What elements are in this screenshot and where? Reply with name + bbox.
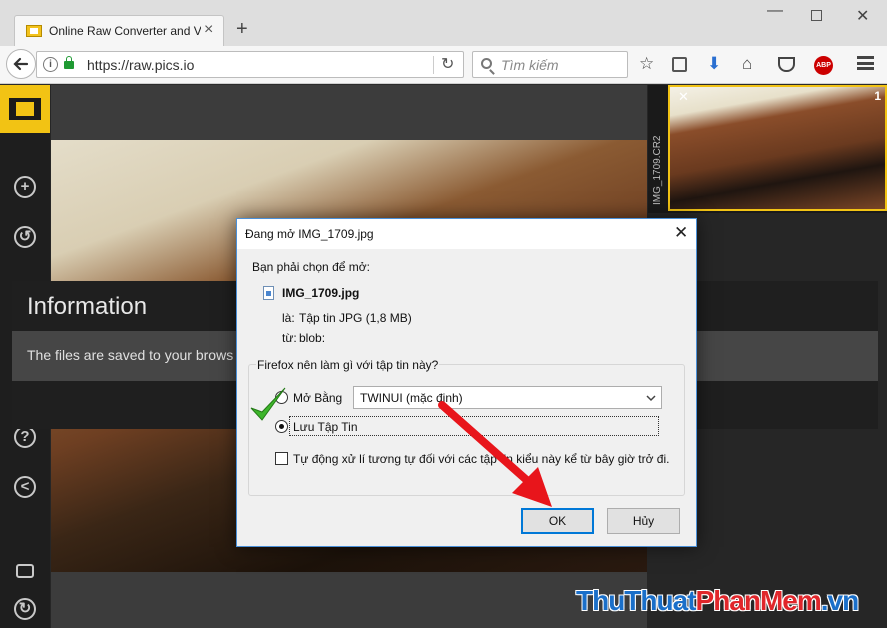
home-icon[interactable]: ⌂: [742, 54, 752, 74]
share-icon[interactable]: <: [14, 476, 36, 498]
information-title: Information: [27, 293, 148, 320]
adblock-icon[interactable]: ABP: [814, 56, 833, 75]
watermark-logo: ThuThuatPhanMem.vn: [576, 585, 859, 617]
search-icon: [481, 58, 492, 69]
watermark-part-1: ThuThuat: [576, 585, 697, 616]
file-type-label: là:: [282, 311, 295, 325]
url-bar[interactable]: i https://raw.pics.io ↻: [36, 51, 464, 78]
thumbnail-close-icon[interactable]: ✕: [678, 89, 689, 105]
reload-icon[interactable]: ↻: [441, 54, 454, 74]
pocket-icon[interactable]: [778, 57, 795, 72]
add-icon[interactable]: +: [14, 176, 36, 198]
url-text[interactable]: https://raw.pics.io: [87, 57, 194, 73]
open-with-label[interactable]: Mở Bằng: [293, 391, 342, 405]
menu-icon[interactable]: [857, 56, 874, 70]
bookmark-star-icon[interactable]: ☆: [639, 54, 654, 74]
dialog-prompt: Bạn phải chọn để mở:: [252, 260, 370, 274]
search-bar[interactable]: Tìm kiếm: [472, 51, 628, 78]
dialog-title: Đang mở IMG_1709.jpg: [245, 227, 374, 241]
thumbnail-selected[interactable]: ✕ 1: [668, 85, 887, 211]
photo-top-area: [51, 85, 647, 140]
navigation-bar: i https://raw.pics.io ↻ Tìm kiếm ☆ ⬇ ⌂ A…: [0, 46, 887, 84]
action-group-label: Firefox nên làm gì với tập tin này?: [256, 358, 440, 372]
auto-handle-checkbox[interactable]: [275, 452, 288, 465]
film-icon: [9, 98, 41, 120]
refresh-icon[interactable]: ↻: [14, 598, 36, 620]
file-type-value: Tập tin JPG (1,8 MB): [299, 311, 412, 325]
window-close-button[interactable]: ✕: [856, 6, 869, 26]
file-source-label: từ:: [282, 331, 297, 345]
red-arrow-annotation-icon: [438, 401, 552, 507]
minimize-button[interactable]: —: [767, 2, 783, 20]
site-info-icon[interactable]: i: [43, 57, 58, 72]
watermark-part-3: .vn: [820, 585, 859, 616]
green-check-annotation-icon: [250, 387, 286, 421]
dialog-file-name: IMG_1709.jpg: [282, 286, 360, 300]
maximize-button[interactable]: [811, 10, 822, 21]
back-arrow-icon: [13, 57, 29, 71]
browser-tab[interactable]: Online Raw Converter and V ×: [14, 15, 224, 46]
download-icon[interactable]: ⬇: [707, 54, 721, 74]
thumbnail-filename: IMG_1709.CR2: [652, 135, 663, 205]
watermark-part-2: PhanMem: [695, 585, 822, 616]
new-tab-button[interactable]: +: [236, 19, 248, 39]
filmstrip-button[interactable]: [0, 85, 50, 133]
cancel-button[interactable]: Hủy: [607, 508, 680, 534]
favicon-icon: [26, 25, 42, 37]
rotate-icon[interactable]: ↺: [14, 226, 36, 248]
lock-icon[interactable]: [64, 56, 74, 69]
dialog-close-icon[interactable]: ✕: [674, 223, 688, 243]
back-button[interactable]: [6, 49, 36, 79]
search-placeholder: Tìm kiếm: [501, 57, 559, 73]
save-file-label[interactable]: Lưu Tập Tin: [293, 420, 358, 434]
thumbnail-index: 1: [874, 89, 881, 103]
photo-bottom-area: [51, 572, 647, 628]
url-separator: [433, 56, 434, 74]
help-icon[interactable]: ?: [14, 426, 36, 448]
wallet-icon[interactable]: [16, 564, 34, 578]
tab-title: Online Raw Converter and V: [49, 24, 201, 38]
tab-bar: Online Raw Converter and V × + — ✕: [0, 0, 887, 46]
file-source-value: blob:: [299, 331, 326, 345]
chevron-down-icon: [646, 395, 656, 402]
library-icon[interactable]: [672, 57, 687, 72]
dialog-titlebar: Đang mở IMG_1709.jpg ✕: [237, 219, 696, 249]
information-message: The files are saved to your brows: [27, 347, 234, 363]
tab-close-icon[interactable]: ×: [204, 22, 213, 38]
image-file-icon: [263, 286, 274, 300]
